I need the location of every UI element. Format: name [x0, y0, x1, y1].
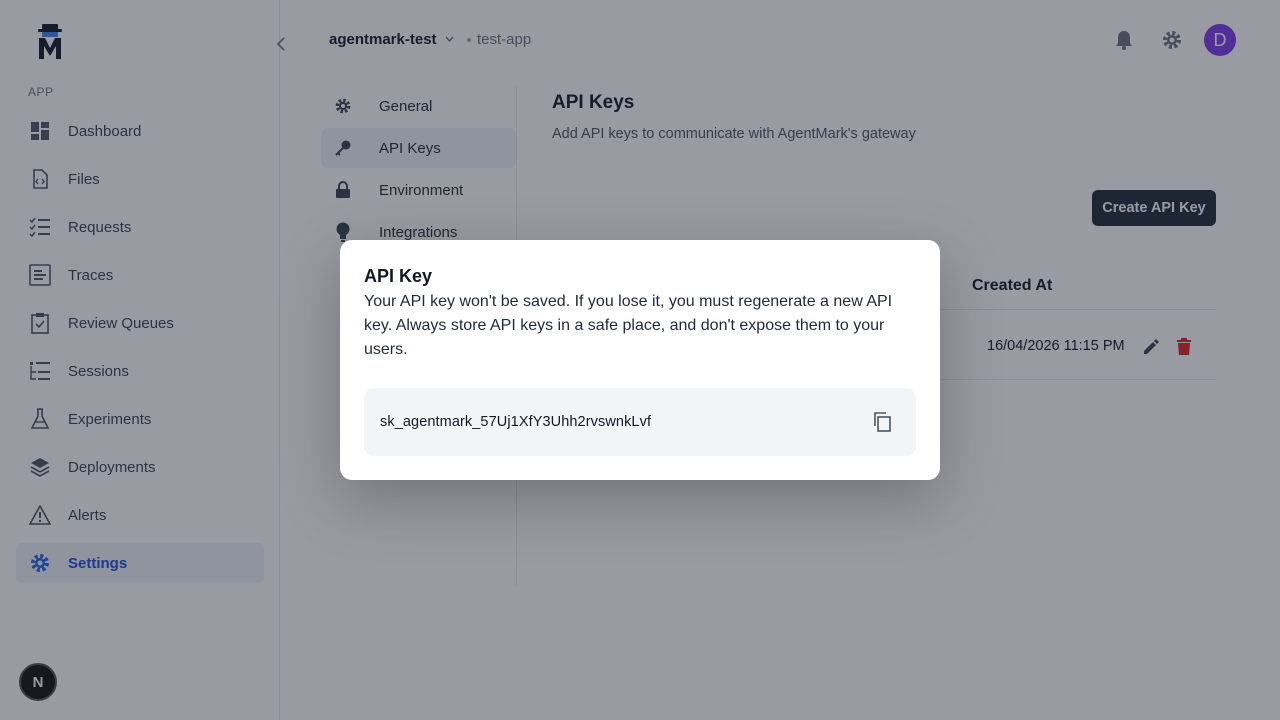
copy-icon[interactable] [872, 412, 892, 432]
dialog-message: Your API key won't be saved. If you lose… [364, 293, 893, 358]
dialog-title: API Key [364, 266, 433, 286]
api-key-display: sk_agentmark_57Uj1XfY3Uhh2rvswnkLvf [364, 388, 916, 456]
api-key-value[interactable]: sk_agentmark_57Uj1XfY3Uhh2rvswnkLvf [380, 414, 651, 430]
api-key-dialog: API Key Your API key won't be saved. If … [340, 240, 940, 480]
